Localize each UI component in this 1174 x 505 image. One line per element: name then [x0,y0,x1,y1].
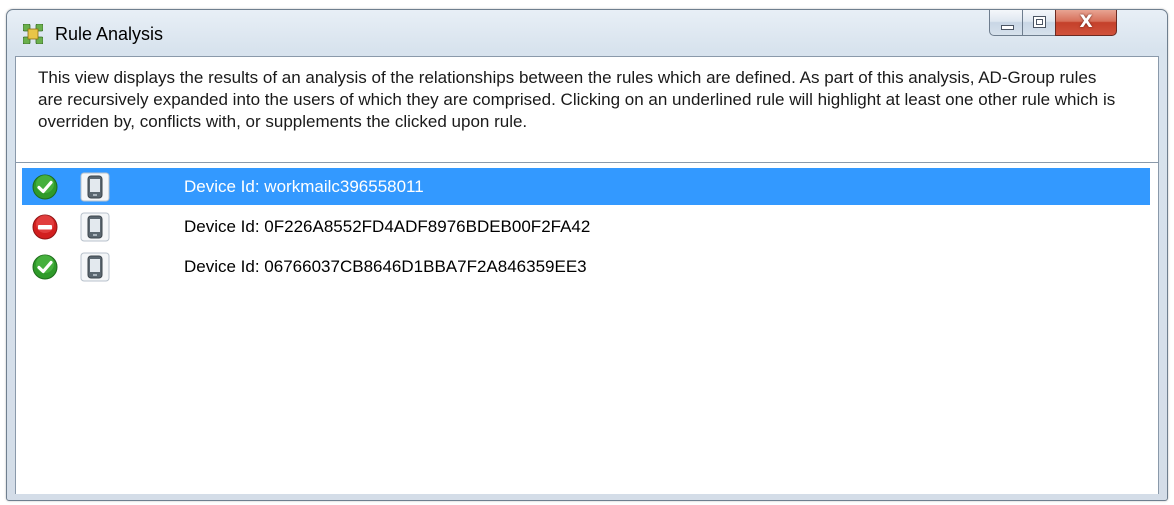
rule-label[interactable]: Device Id: 06766037CB8646D1BBA7F2A846359… [184,257,587,277]
device-icon [80,252,110,282]
rule-row[interactable]: Device Id: 0F226A8552FD4ADF8976BDEB00F2F… [22,208,1150,245]
rule-label[interactable]: Device Id: 0F226A8552FD4ADF8976BDEB00F2F… [184,217,590,237]
window-title: Rule Analysis [55,24,164,44]
description-text: This view displays the results of an ana… [38,68,1116,131]
device-icon [80,172,110,202]
client-area: This view displays the results of an ana… [15,56,1159,494]
rule-row[interactable]: Device Id: workmailc396558011 [22,168,1150,205]
rule-label[interactable]: Device Id: workmailc396558011 [184,177,424,197]
green-check-icon [32,174,58,200]
device-icon [80,212,110,242]
green-check-icon [32,254,58,280]
app-icon [23,24,43,44]
rule-row[interactable]: Device Id: 06766037CB8646D1BBA7F2A846359… [22,248,1150,285]
minimize-icon [1001,25,1014,30]
red-no-entry-icon [32,214,58,240]
maximize-icon [1033,16,1046,28]
maximize-button[interactable] [1022,10,1056,36]
close-icon: X [1079,12,1093,32]
rule-list[interactable]: Device Id: workmailc396558011 Device Id:… [16,162,1158,494]
title-bar[interactable]: Rule Analysis X [7,10,1167,54]
minimize-button[interactable] [989,10,1023,36]
rule-analysis-window: Rule Analysis X This view displays the r… [6,9,1168,501]
close-button[interactable]: X [1055,10,1117,36]
